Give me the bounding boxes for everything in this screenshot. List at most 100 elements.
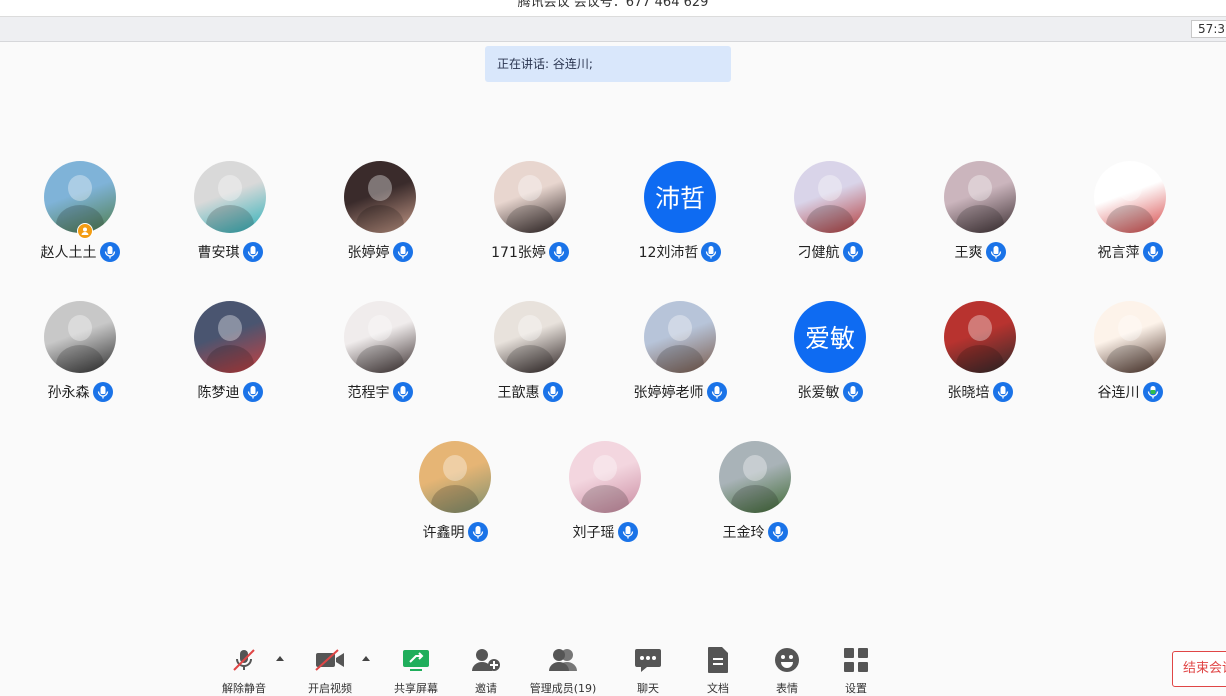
participant-name-row: 许鑫明 bbox=[380, 521, 530, 543]
docs-label: 文档 bbox=[707, 682, 729, 695]
participant-tile[interactable]: 王歆惠 bbox=[455, 301, 605, 411]
avatar-photo bbox=[194, 161, 266, 233]
mic-status-icon bbox=[842, 382, 863, 402]
avatar-photo bbox=[644, 301, 716, 373]
participant-name: 赵人土土 bbox=[40, 245, 97, 261]
participant-name-row: 张婷婷老师 bbox=[605, 381, 755, 403]
avatar-photo bbox=[344, 161, 416, 233]
unmute-label: 解除静音 bbox=[222, 682, 266, 695]
mic-status-icon bbox=[99, 242, 120, 262]
avatar-text: 爱敏 bbox=[794, 301, 866, 373]
avatar-photo bbox=[44, 301, 116, 373]
avatar-photo bbox=[794, 161, 866, 233]
participant-tile[interactable]: 曹安琪 bbox=[155, 161, 305, 271]
avatar-photo bbox=[194, 301, 266, 373]
participant-name-row: 171张婷 bbox=[455, 241, 605, 263]
participant-name-row: 孙永森 bbox=[5, 381, 155, 403]
speaking-banner: 正在讲话: 谷连川; bbox=[485, 46, 731, 82]
participant-name: 孙永森 bbox=[47, 385, 90, 401]
docs-button[interactable]: 文档 bbox=[683, 646, 753, 696]
participant-name: 12刘沛哲 bbox=[638, 245, 699, 261]
avatar-photo bbox=[419, 441, 491, 513]
participant-name: 谷连川 bbox=[1097, 385, 1140, 401]
audio-options-caret-icon[interactable] bbox=[276, 656, 284, 661]
invite-button[interactable]: 邀请 bbox=[451, 646, 521, 696]
avatar-photo bbox=[944, 161, 1016, 233]
participant-tile[interactable]: 孙永森 bbox=[5, 301, 155, 411]
video-options-caret-icon[interactable] bbox=[362, 656, 370, 661]
participant-name: 张婷婷老师 bbox=[633, 385, 704, 401]
start-video-button[interactable]: 开启视频 bbox=[295, 646, 365, 696]
participant-tile[interactable]: 谷连川 bbox=[1055, 301, 1205, 411]
participant-name-row: 张爱敏 bbox=[755, 381, 905, 403]
members-icon bbox=[547, 646, 579, 674]
participant-tile[interactable]: 爱敏 张爱敏 bbox=[755, 301, 905, 411]
video-off-icon bbox=[314, 646, 346, 674]
participant-name: 刁健航 bbox=[797, 245, 840, 261]
participant-name: 刘子瑶 bbox=[572, 525, 615, 541]
mic-status-icon bbox=[548, 242, 569, 262]
mic-status-icon bbox=[392, 242, 413, 262]
avatar-photo bbox=[719, 441, 791, 513]
participant-name-row: 谷连川 bbox=[1055, 381, 1205, 403]
mic-status-icon bbox=[706, 382, 727, 402]
participant-name-row: 范程宇 bbox=[305, 381, 455, 403]
participant-name: 171张婷 bbox=[491, 245, 546, 261]
participant-name: 王爽 bbox=[954, 245, 983, 261]
mic-status-icon bbox=[242, 382, 263, 402]
participant-tile[interactable]: 范程宇 bbox=[305, 301, 455, 411]
settings-label: 设置 bbox=[845, 682, 867, 695]
participant-tile[interactable]: 刁健航 bbox=[755, 161, 905, 271]
participant-name-row: 陈梦迪 bbox=[155, 381, 305, 403]
invite-label: 邀请 bbox=[475, 682, 497, 695]
participant-name-row: 张晓培 bbox=[905, 381, 1055, 403]
mic-status-icon bbox=[617, 522, 638, 542]
participant-name: 张爱敏 bbox=[797, 385, 840, 401]
reactions-button[interactable]: 表情 bbox=[752, 646, 822, 696]
mic-status-icon bbox=[992, 382, 1013, 402]
chat-icon bbox=[634, 646, 662, 674]
participant-tile[interactable]: 张婷婷 bbox=[305, 161, 455, 271]
participant-tile[interactable]: 张婷婷老师 bbox=[605, 301, 755, 411]
window-title: 腾讯会议 会议号：677 464 629 bbox=[517, 0, 709, 10]
participant-name: 范程宇 bbox=[347, 385, 390, 401]
participant-name-row: 赵人土土 bbox=[5, 241, 155, 263]
share-screen-button[interactable]: 共享屏幕 bbox=[381, 646, 451, 696]
participant-name-row: 曹安琪 bbox=[155, 241, 305, 263]
participant-name: 曹安琪 bbox=[197, 245, 240, 261]
share-screen-icon bbox=[401, 646, 431, 674]
start-video-label: 开启视频 bbox=[308, 682, 352, 695]
participant-tile[interactable]: 祝言萍 bbox=[1055, 161, 1205, 271]
settings-button[interactable]: 设置 bbox=[821, 646, 891, 696]
avatar-photo bbox=[494, 161, 566, 233]
participant-name-row: 12刘沛哲 bbox=[605, 241, 755, 263]
participant-name: 张晓培 bbox=[947, 385, 990, 401]
participant-tile[interactable]: 刘子瑶 bbox=[530, 441, 680, 551]
participant-name: 祝言萍 bbox=[1097, 245, 1140, 261]
share-screen-label: 共享屏幕 bbox=[394, 682, 438, 695]
avatar-photo bbox=[494, 301, 566, 373]
manage-members-button[interactable]: 管理成员(19) bbox=[528, 646, 598, 696]
mic-status-icon bbox=[542, 382, 563, 402]
participant-tile[interactable]: 赵人土土 bbox=[5, 161, 155, 271]
info-bar: 57:3 bbox=[0, 17, 1226, 42]
participant-name-row: 张婷婷 bbox=[305, 241, 455, 263]
participant-name-row: 王金玲 bbox=[680, 521, 830, 543]
participant-name-row: 刁健航 bbox=[755, 241, 905, 263]
participant-tile[interactable]: 许鑫明 bbox=[380, 441, 530, 551]
title-bar: 腾讯会议 会议号：677 464 629 bbox=[0, 0, 1226, 17]
unmute-button[interactable]: 解除静音 bbox=[209, 646, 279, 696]
participant-tile[interactable]: 陈梦迪 bbox=[155, 301, 305, 411]
mic-status-icon bbox=[392, 382, 413, 402]
participant-tile[interactable]: 171张婷 bbox=[455, 161, 605, 271]
mic-status-icon bbox=[985, 242, 1006, 262]
participant-tile[interactable]: 沛哲 12刘沛哲 bbox=[605, 161, 755, 271]
end-meeting-button[interactable]: 结束会议 bbox=[1172, 651, 1226, 687]
participant-tile[interactable]: 王金玲 bbox=[680, 441, 830, 551]
participant-tile[interactable]: 张晓培 bbox=[905, 301, 1055, 411]
muted-mic-icon bbox=[231, 646, 257, 674]
participant-tile[interactable]: 王爽 bbox=[905, 161, 1055, 271]
avatar-text: 沛哲 bbox=[644, 161, 716, 233]
mic-status-icon bbox=[1142, 382, 1163, 402]
chat-button[interactable]: 聊天 bbox=[613, 646, 683, 696]
